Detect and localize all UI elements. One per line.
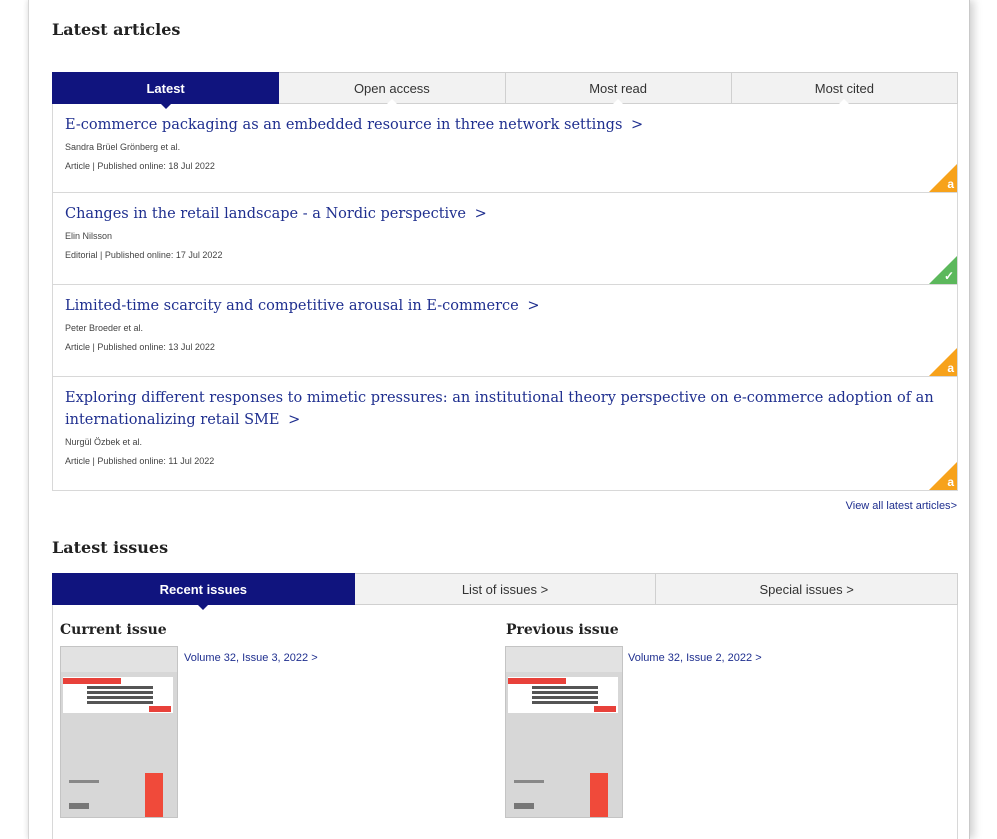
free-access-check-glyph: ✓ [943,269,954,283]
latest-articles-heading: Latest articles [52,20,181,39]
tab-open-access[interactable]: Open access [279,72,506,104]
article-meta: Article | Published online: 18 Jul 2022 [65,161,215,171]
article-title: Exploring different responses to mimetic… [65,390,934,428]
open-access-glyph: a [947,361,954,375]
current-issue-link[interactable]: Volume 32, Issue 3, 2022 > [184,652,318,664]
previous-issue-heading: Previous issue [506,622,619,638]
chevron-right-icon: > [474,206,487,222]
article-title-link[interactable]: E-commerce packaging as an embedded reso… [65,114,945,136]
open-access-glyph: a [947,475,954,489]
article-meta: Article | Published online: 11 Jul 2022 [65,456,215,466]
chevron-right-icon: > [950,500,957,512]
current-issue-heading: Current issue [60,622,167,638]
chevron-right-icon: > [527,298,540,314]
previous-issue-link[interactable]: Volume 32, Issue 2, 2022 > [628,652,762,664]
open-access-glyph: a [947,177,954,191]
cover-red-tag [149,706,171,712]
previous-issue-cover[interactable] [505,646,623,818]
latest-issues-tabs: Recent issues List of issues > Special i… [52,573,959,610]
cover-red-bar [145,773,163,817]
tab-most-cited[interactable]: Most cited [731,72,958,104]
article-meta: Article | Published online: 13 Jul 2022 [65,342,215,352]
cover-publisher-logo [69,803,89,809]
chevron-right-icon: > [631,117,644,133]
article-meta: Editorial | Published online: 17 Jul 202… [65,250,223,260]
cover-header [506,647,622,672]
article-item: E-commerce packaging as an embedded reso… [53,104,957,192]
cover-red-tag [594,706,616,712]
article-item: Limited-time scarcity and competitive ar… [53,284,957,376]
cover-issue-info [514,780,544,783]
current-issue-cover[interactable] [60,646,178,818]
article-title-link[interactable]: Exploring different responses to mimetic… [65,387,945,431]
tab-recent-issues[interactable]: Recent issues [52,573,355,610]
tab-most-read[interactable]: Most read [505,72,732,104]
cover-issue-info [69,780,99,783]
article-author: Sandra Brüel Grönberg et al. [65,142,181,152]
article-list: E-commerce packaging as an embedded reso… [52,104,958,491]
cover-red-tag [63,678,121,684]
chevron-right-icon: > [288,412,301,428]
cover-publisher-logo [514,803,534,809]
article-title: Limited-time scarcity and competitive ar… [65,298,519,314]
view-all-label: View all latest articles [845,500,951,512]
cover-title-lines [87,686,153,689]
tab-latest[interactable]: Latest [52,72,280,109]
cover-title-lines [532,686,598,689]
article-author: Nurgül Özbek et al. [65,437,143,447]
tab-list-of-issues[interactable]: List of issues > [354,573,657,605]
article-author: Peter Broeder et al. [65,323,144,333]
article-title: Changes in the retail landscape - a Nord… [65,206,466,222]
cover-header [61,647,177,672]
article-item: Changes in the retail landscape - a Nord… [53,192,957,284]
latest-articles-tabs: Latest Open access Most read Most cited [52,72,958,109]
cover-red-bar [590,773,608,817]
article-title-link[interactable]: Limited-time scarcity and competitive ar… [65,295,945,317]
latest-issues-heading: Latest issues [52,538,169,557]
cover-red-tag [508,678,566,684]
view-all-latest-articles-link[interactable]: View all latest articles> [846,500,957,512]
article-title-link[interactable]: Changes in the retail landscape - a Nord… [65,203,945,225]
article-item: Exploring different responses to mimetic… [53,376,957,490]
tab-special-issues[interactable]: Special issues > [656,573,959,605]
article-title: E-commerce packaging as an embedded reso… [65,117,623,133]
article-author: Elin Nilsson [65,231,113,241]
